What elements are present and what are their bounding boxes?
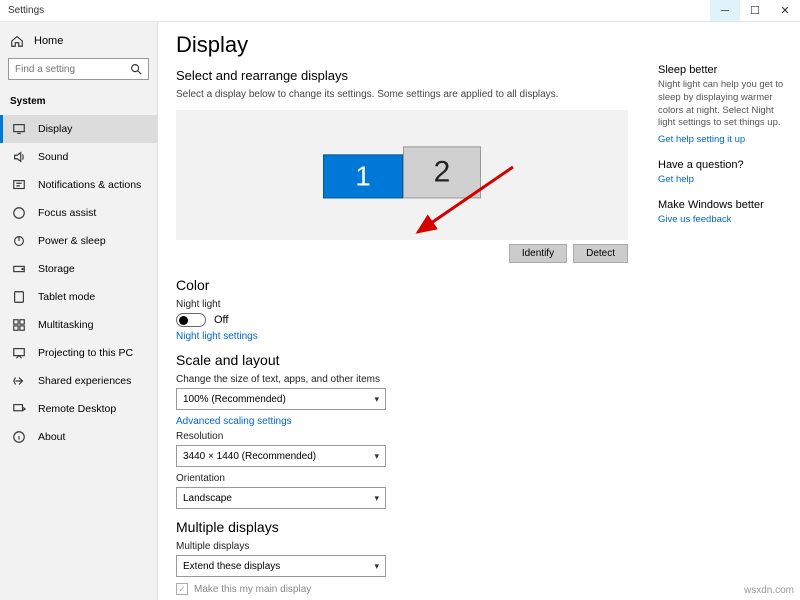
sidebar-item-label: Focus assist <box>38 207 96 219</box>
main-display-label: Make this my main display <box>194 584 311 595</box>
storage-icon <box>12 262 26 276</box>
about-icon <box>12 430 26 444</box>
orientation-dropdown[interactable]: Landscape ▾ <box>176 487 386 509</box>
search-input[interactable] <box>8 58 149 80</box>
remote-icon <box>12 402 26 416</box>
sidebar-item-projecting[interactable]: Projecting to this PC <box>0 339 157 367</box>
sidebar-item-tablet[interactable]: Tablet mode <box>0 283 157 311</box>
question-heading: Have a question? <box>658 159 790 171</box>
chevron-down-icon: ▾ <box>374 394 379 405</box>
sidebar-item-label: Storage <box>38 263 75 275</box>
rearrange-heading: Select and rearrange displays <box>176 68 628 83</box>
sidebar-item-label: Multitasking <box>38 319 93 331</box>
search-wrap <box>0 54 157 90</box>
monitor-1[interactable]: 1 <box>323 154 403 198</box>
feedback-heading: Make Windows better <box>658 199 790 211</box>
sidebar-item-notifications[interactable]: Notifications & actions <box>0 171 157 199</box>
resolution-value: 3440 × 1440 (Recommended) <box>183 451 316 462</box>
sidebar-item-label: Display <box>38 123 72 135</box>
night-light-toggle[interactable] <box>176 313 206 327</box>
content-area: Display Select and rearrange displays Se… <box>158 22 652 600</box>
sleep-better-heading: Sleep better <box>658 64 790 76</box>
shared-icon <box>12 374 26 388</box>
sidebar-item-label: Projecting to this PC <box>38 347 133 359</box>
help-pane: Sleep better Night light can help you ge… <box>652 22 800 600</box>
sidebar-item-label: About <box>38 431 65 443</box>
search-icon <box>129 62 143 76</box>
sidebar-item-shared[interactable]: Shared experiences <box>0 367 157 395</box>
category-header: System <box>0 90 157 115</box>
window-controls: ─ ☐ ✕ <box>710 0 800 21</box>
orientation-label: Orientation <box>176 473 628 484</box>
sidebar-item-remote[interactable]: Remote Desktop <box>0 395 157 423</box>
sidebar-item-display[interactable]: Display <box>0 115 157 143</box>
sidebar-item-sound[interactable]: Sound <box>0 143 157 171</box>
close-button[interactable]: ✕ <box>770 0 800 21</box>
sidebar-item-about[interactable]: About <box>0 423 157 451</box>
tablet-icon <box>12 290 26 304</box>
home-nav[interactable]: Home <box>0 28 157 54</box>
minimize-button[interactable]: ─ <box>710 0 740 21</box>
resolution-dropdown[interactable]: 3440 × 1440 (Recommended) ▾ <box>176 445 386 467</box>
feedback-link[interactable]: Give us feedback <box>658 214 790 225</box>
sleep-better-link[interactable]: Get help setting it up <box>658 134 790 145</box>
chevron-down-icon: ▾ <box>374 451 379 462</box>
notifications-icon <box>12 178 26 192</box>
main-display-checkbox[interactable]: ✓ <box>176 583 188 595</box>
projecting-icon <box>12 346 26 360</box>
sidebar-item-label: Shared experiences <box>38 375 131 387</box>
sleep-better-text: Night light can help you get to sleep by… <box>658 79 790 130</box>
detect-button[interactable]: Detect <box>573 244 628 263</box>
scale-value: 100% (Recommended) <box>183 394 286 405</box>
night-light-label: Night light <box>176 299 628 310</box>
watermark: wsxdn.com <box>744 585 794 596</box>
window-title: Settings <box>0 5 44 16</box>
sidebar-item-label: Notifications & actions <box>38 179 141 191</box>
sidebar-item-focus[interactable]: Focus assist <box>0 199 157 227</box>
main-display-checkbox-row: ✓ Make this my main display <box>176 583 628 595</box>
night-light-settings-link[interactable]: Night light settings <box>176 331 628 342</box>
chevron-down-icon: ▾ <box>374 561 379 572</box>
scale-heading: Scale and layout <box>176 352 628 368</box>
orientation-value: Landscape <box>183 493 232 504</box>
multitasking-icon <box>12 318 26 332</box>
sidebar-item-power[interactable]: Power & sleep <box>0 227 157 255</box>
multiple-displays-value: Extend these displays <box>183 561 280 572</box>
sidebar-item-label: Sound <box>38 151 68 163</box>
sidebar: Home System Display Sound Notifications … <box>0 22 158 600</box>
resolution-label: Resolution <box>176 431 628 442</box>
focus-icon <box>12 206 26 220</box>
chevron-down-icon: ▾ <box>374 493 379 504</box>
page-title: Display <box>176 32 628 58</box>
display-arrangement[interactable]: 1 2 <box>176 110 628 240</box>
power-icon <box>12 234 26 248</box>
titlebar: Settings ─ ☐ ✕ <box>0 0 800 22</box>
night-light-state: Off <box>214 314 228 326</box>
color-heading: Color <box>176 277 628 293</box>
sidebar-item-label: Remote Desktop <box>38 403 116 415</box>
display-icon <box>12 122 26 136</box>
get-help-link[interactable]: Get help <box>658 174 790 185</box>
multiple-displays-label: Multiple displays <box>176 541 628 552</box>
multiple-displays-dropdown[interactable]: Extend these displays ▾ <box>176 555 386 577</box>
sidebar-item-multitasking[interactable]: Multitasking <box>0 311 157 339</box>
sidebar-item-label: Tablet mode <box>38 291 95 303</box>
home-label: Home <box>34 35 63 47</box>
sidebar-item-storage[interactable]: Storage <box>0 255 157 283</box>
identify-button[interactable]: Identify <box>509 244 567 263</box>
rearrange-desc: Select a display below to change its set… <box>176 89 628 100</box>
home-icon <box>10 34 24 48</box>
scale-label: Change the size of text, apps, and other… <box>176 374 628 385</box>
sound-icon <box>12 150 26 164</box>
multiple-displays-heading: Multiple displays <box>176 519 628 535</box>
maximize-button[interactable]: ☐ <box>740 0 770 21</box>
sidebar-item-label: Power & sleep <box>38 235 106 247</box>
monitor-2[interactable]: 2 <box>403 146 481 198</box>
advanced-scaling-link[interactable]: Advanced scaling settings <box>176 416 628 427</box>
scale-dropdown[interactable]: 100% (Recommended) ▾ <box>176 388 386 410</box>
